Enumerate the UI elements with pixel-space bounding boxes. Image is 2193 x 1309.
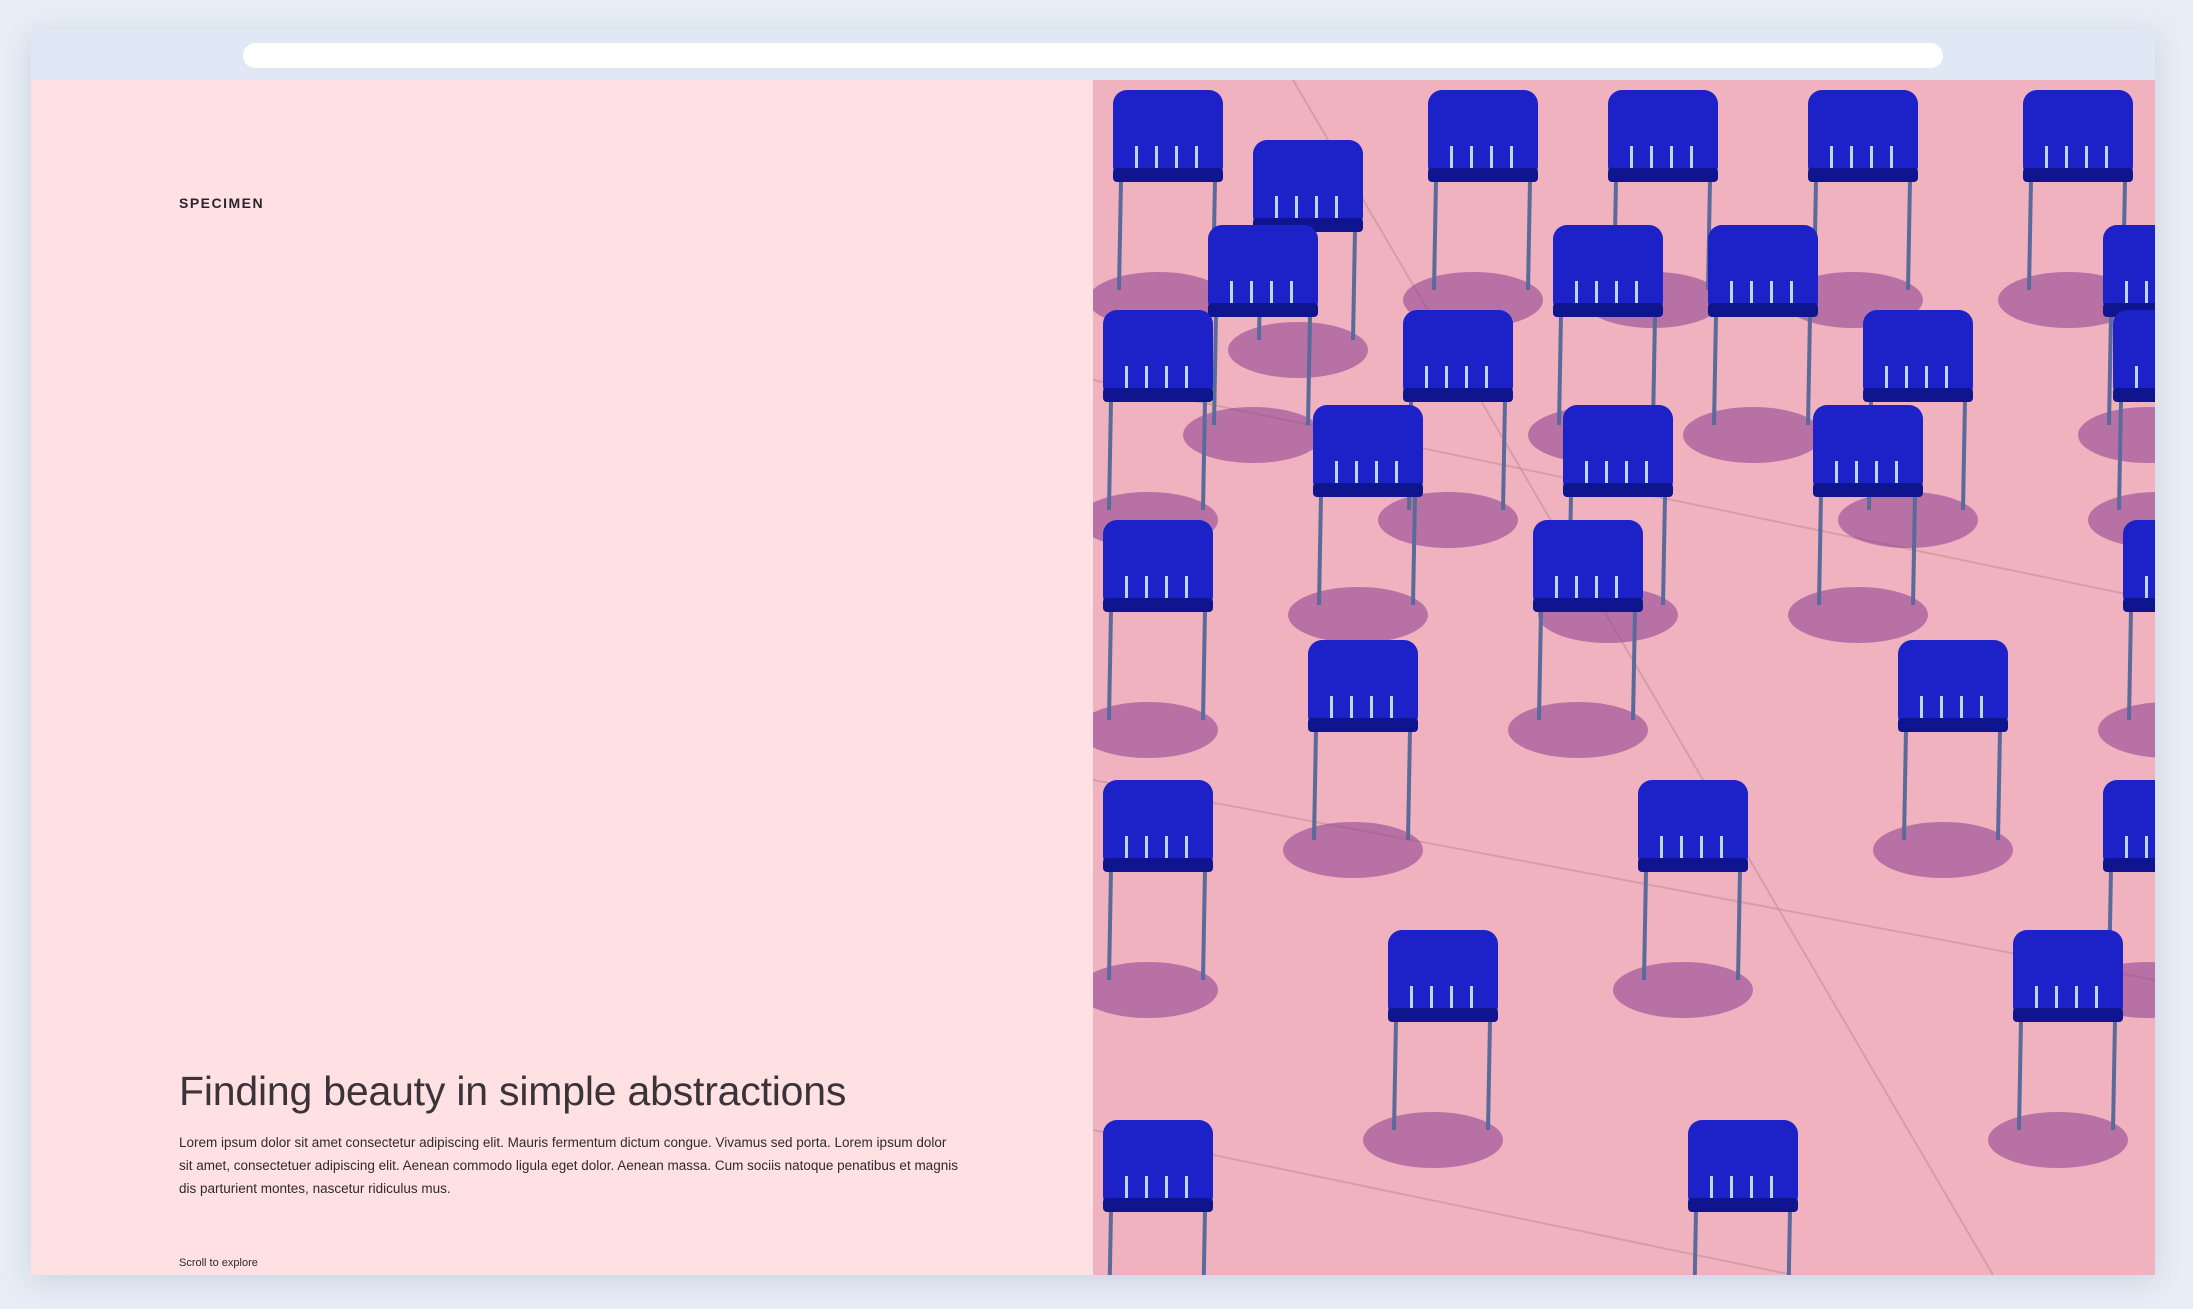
hero-headline: Finding beauty in simple abstractions bbox=[179, 1068, 847, 1114]
brand-logo[interactable]: SPECIMEN bbox=[179, 195, 264, 211]
browser-chrome bbox=[31, 30, 2155, 80]
address-bar[interactable] bbox=[243, 43, 1943, 68]
chairs-photo bbox=[1093, 80, 2155, 1275]
hero-text-panel: SPECIMEN Finding beauty in simple abstra… bbox=[31, 80, 1093, 1275]
scroll-to-explore-link[interactable]: Scroll to explore bbox=[179, 1257, 258, 1269]
browser-window: SPECIMEN Finding beauty in simple abstra… bbox=[31, 30, 2155, 1275]
hero-body-text: Lorem ipsum dolor sit amet consectetur a… bbox=[179, 1135, 958, 1196]
hero-image bbox=[1093, 80, 2155, 1275]
